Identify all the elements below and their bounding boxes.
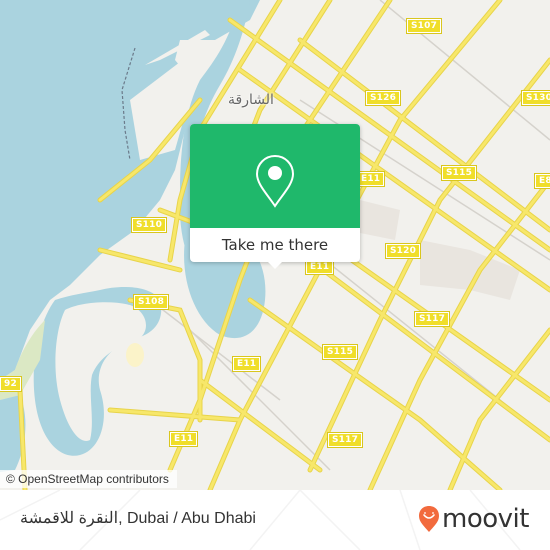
route-shield: E11: [355, 171, 386, 187]
moovit-wordmark: moovit: [442, 504, 529, 534]
route-shield: S110: [130, 217, 168, 233]
moovit-pin-icon: [419, 506, 439, 532]
popup-pointer: [268, 262, 282, 269]
location-popup: Take me there: [190, 124, 360, 269]
place-title: النقرة للاقمشة, Dubai / Abu Dhabi: [20, 510, 256, 527]
city-label-sharjah: الشارقة: [228, 92, 274, 108]
route-shield: S107: [405, 18, 443, 34]
route-shield: S126: [364, 90, 402, 106]
map-pin-icon: [255, 154, 295, 208]
route-shield: S108: [132, 294, 170, 310]
popup-header: [190, 124, 360, 228]
route-shield: E11: [168, 431, 199, 447]
moovit-logo[interactable]: moovit: [418, 505, 529, 533]
route-shield: S115: [440, 165, 478, 181]
route-shield: S115: [321, 344, 359, 360]
route-shield: S120: [384, 243, 422, 259]
route-shield: S130: [520, 90, 550, 106]
route-shield: S117: [413, 311, 451, 327]
take-me-there-button[interactable]: Take me there: [190, 228, 360, 262]
route-shield: E11: [231, 356, 262, 372]
island-sand: [126, 343, 144, 367]
route-shield: 92: [0, 376, 22, 392]
map-attribution[interactable]: © OpenStreetMap contributors: [0, 470, 177, 488]
route-shield: E8: [534, 173, 550, 189]
route-shield: S117: [326, 432, 364, 448]
route-shield: E11: [304, 259, 335, 275]
